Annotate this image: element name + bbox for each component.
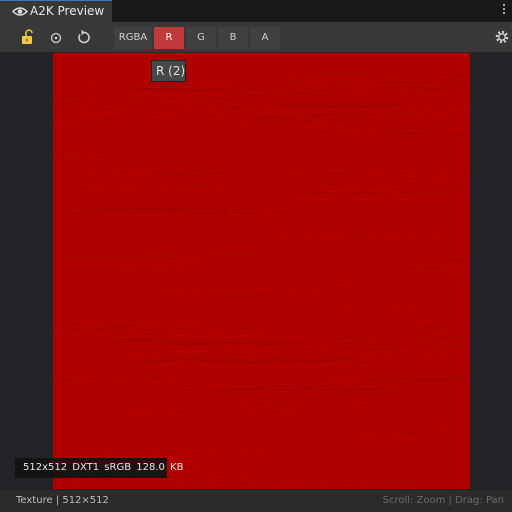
refresh-icon[interactable] bbox=[75, 28, 93, 46]
eye-icon bbox=[12, 7, 28, 16]
target-icon[interactable] bbox=[47, 28, 65, 46]
settings-icon[interactable] bbox=[494, 29, 510, 45]
preview-viewport[interactable] bbox=[0, 53, 512, 489]
status-hint: Scroll: Zoom | Drag: Pan bbox=[382, 495, 504, 506]
tab-title: A2K Preview bbox=[30, 4, 105, 18]
wood-grain-pattern bbox=[53, 72, 470, 484]
texture-info-label: 512x512 DXT1 sRGB 128.0 KB bbox=[15, 458, 183, 478]
texture-preview[interactable] bbox=[53, 53, 470, 489]
channel-a-button[interactable]: A bbox=[250, 27, 280, 49]
status-texture-info: Texture | 512×512 bbox=[16, 495, 109, 506]
channel-b-button[interactable]: B bbox=[218, 27, 248, 49]
channel-rgba-button[interactable]: RGBA bbox=[114, 27, 152, 49]
toolbar: RGBA R G B A bbox=[0, 22, 512, 53]
channel-tooltip: R (2) bbox=[151, 60, 186, 82]
channel-g-button[interactable]: G bbox=[186, 27, 216, 49]
tab-bar: A2K Preview bbox=[0, 0, 512, 22]
unlock-icon[interactable] bbox=[19, 28, 37, 46]
kebab-menu-icon[interactable] bbox=[502, 4, 506, 18]
tab-a2k-preview[interactable]: A2K Preview bbox=[0, 0, 112, 22]
status-bar: Texture | 512×512 Scroll: Zoom | Drag: P… bbox=[0, 489, 512, 512]
channel-r-button[interactable]: R bbox=[154, 27, 184, 49]
